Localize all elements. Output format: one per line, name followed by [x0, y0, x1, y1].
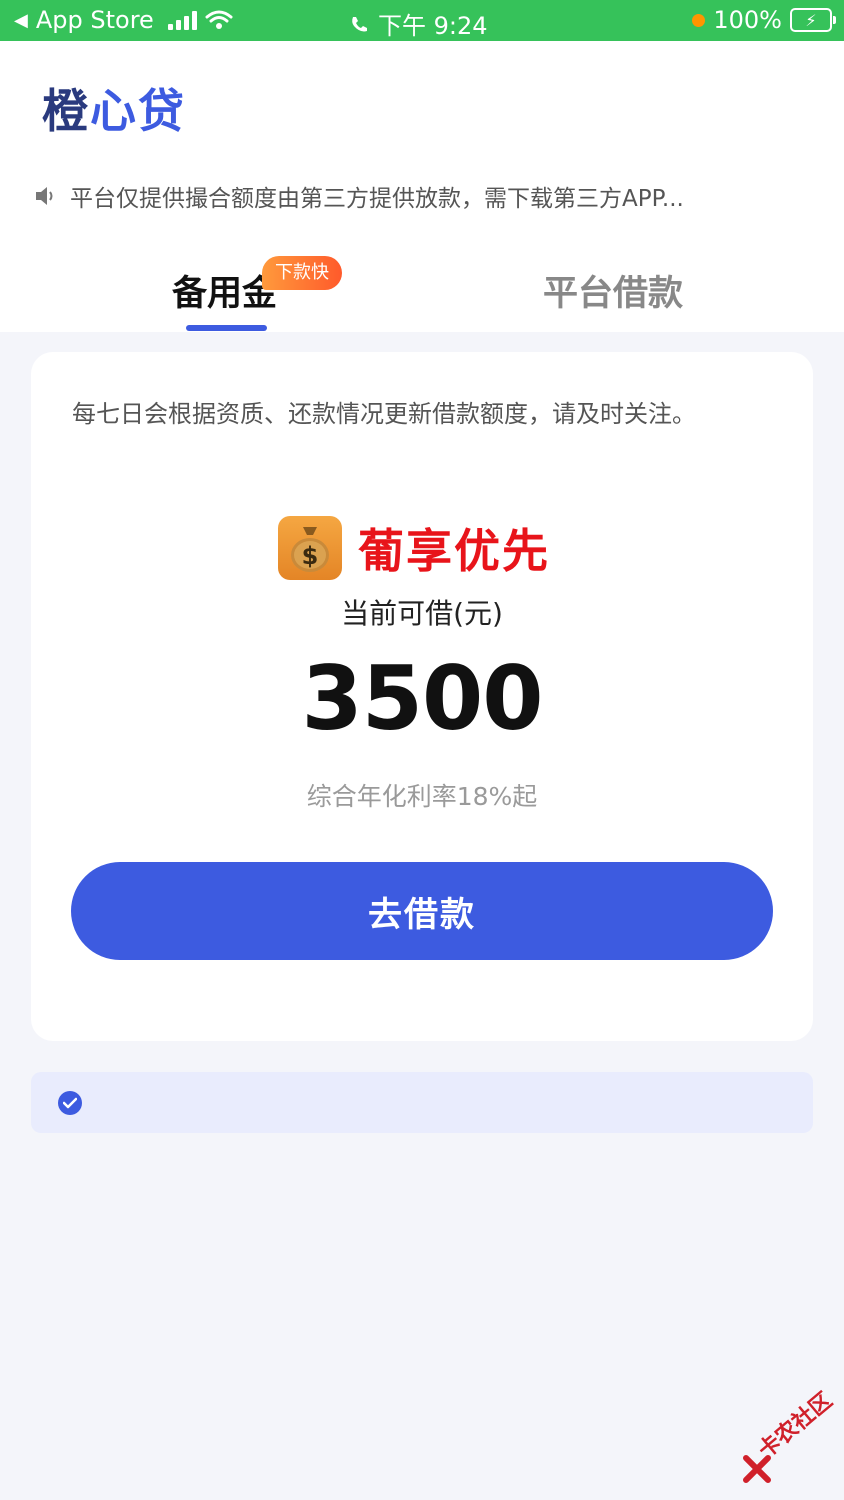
back-arrow-icon[interactable]: ◀ — [14, 10, 28, 31]
status-right: 100% ⚡ — [692, 6, 836, 34]
tab-bar: 备用金 下款快 平台借款 — [0, 251, 844, 332]
promo-row: $ 葡享优先 — [278, 515, 550, 581]
signal-icon — [167, 10, 197, 30]
borrow-button[interactable]: 去借款 — [71, 862, 773, 960]
status-time: 下午 9:24 — [378, 12, 488, 40]
available-amount-label: 当前可借(元) — [341, 597, 503, 630]
privacy-indicator-dot — [692, 13, 706, 27]
logo-text-part1: 橙 — [42, 84, 90, 138]
battery-charging-icon: ⚡ — [790, 8, 836, 32]
money-bag-icon: $ — [278, 516, 342, 580]
logo-text-part2: 心贷 — [90, 84, 186, 138]
quota-update-notice: 每七日会根据资质、还款情况更新借款额度，请及时关注。 — [72, 400, 696, 428]
notice-bar[interactable]: 平台仅提供撮合额度由第三方提供放款，需下载第三方APP... — [34, 179, 684, 213]
status-center: 下午 9:24 — [350, 6, 488, 41]
watermark-text: 卡农社区 — [753, 1388, 838, 1464]
agreement-bar[interactable] — [31, 1072, 813, 1133]
loan-card: 每七日会根据资质、还款情况更新借款额度，请及时关注。 $ 葡享优先 当前可借(元… — [31, 352, 813, 1041]
interest-rate: 综合年化利率18%起 — [306, 782, 538, 811]
checkmark-icon[interactable] — [58, 1091, 82, 1115]
back-app-label[interactable]: App Store — [36, 6, 154, 34]
community-watermark: 卡农社区 — [738, 1388, 844, 1490]
wifi-icon — [205, 10, 233, 29]
promo-title: 葡享优先 — [358, 524, 550, 578]
fast-payout-badge: 下款快 — [262, 256, 342, 290]
active-tab-indicator — [186, 325, 267, 331]
status-left[interactable]: ◀ App Store — [14, 6, 233, 34]
battery-percent: 100% — [713, 6, 782, 34]
speaker-icon — [36, 187, 53, 205]
app-header: 橙心贷 平台仅提供撮合额度由第三方提供放款，需下载第三方APP... 备用金 下… — [0, 41, 844, 332]
app-logo: 橙心贷 — [42, 75, 186, 141]
notice-text: 平台仅提供撮合额度由第三方提供放款，需下载第三方APP... — [70, 186, 684, 212]
phone-icon — [352, 16, 367, 31]
available-amount: 3500 — [301, 647, 544, 750]
svg-text:$: $ — [302, 542, 319, 570]
status-bar: ◀ App Store 下午 9:24 100% ⚡ — [0, 0, 844, 41]
tab-platform-loan[interactable]: 平台借款 — [543, 265, 683, 316]
